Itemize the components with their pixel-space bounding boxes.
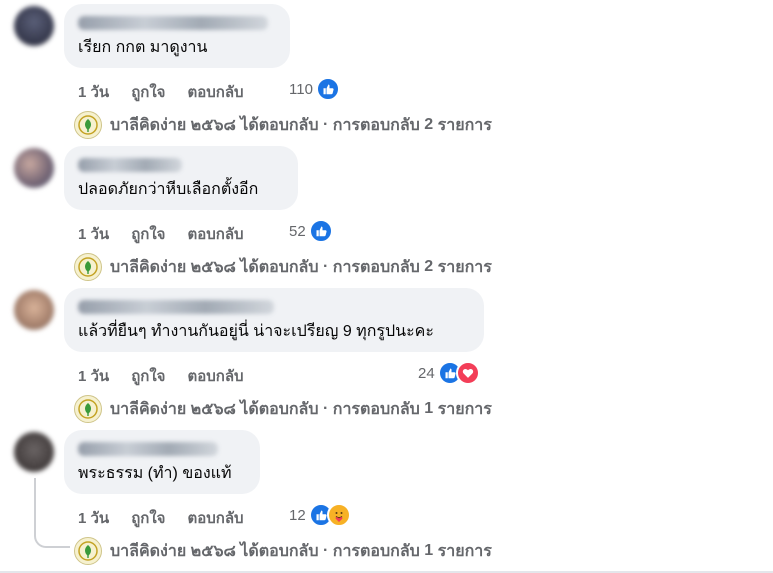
- reaction-summary[interactable]: 52: [289, 219, 333, 243]
- page-reply-row[interactable]: บาลีคิดง่าย ๒๕๖๘ ได้ตอบกลับ · การตอบกลับ…: [74, 536, 492, 566]
- replied-label: ได้ตอบกลับ: [240, 400, 319, 418]
- comment-bubble: ปลอดภัยกว่าหีบเลือกตั้งอีก: [64, 146, 298, 210]
- like-button[interactable]: ถูกใจ: [131, 506, 165, 530]
- separator: ·: [322, 542, 329, 559]
- reply-count: 2: [424, 258, 434, 275]
- comment-time[interactable]: 1 วัน: [78, 222, 109, 246]
- comment-time[interactable]: 1 วัน: [78, 364, 109, 388]
- comment-actions: 1 วัน ถูกใจ ตอบกลับ: [78, 364, 266, 385]
- page-name: บาลีคิดง่าย ๒๕๖๘: [110, 116, 236, 134]
- reaction-summary[interactable]: 110: [289, 77, 340, 101]
- reaction-count: 110: [289, 80, 313, 98]
- like-button[interactable]: ถูกใจ: [131, 222, 165, 246]
- page-logo-icon: [74, 111, 102, 139]
- separator: ·: [322, 400, 329, 417]
- reply-count: 1: [424, 400, 434, 417]
- avatar[interactable]: [14, 290, 54, 330]
- like-button[interactable]: ถูกใจ: [131, 80, 165, 104]
- comment-bubble: พระธรรม (ทำ) ของแท้: [64, 430, 260, 494]
- reaction-summary[interactable]: 24: [418, 361, 480, 385]
- avatar[interactable]: [14, 148, 54, 188]
- comment: แล้วที่ยืนๆ ทำงานกันอยู่นี่ น่าจะเปรียญ …: [0, 288, 773, 430]
- reply-button[interactable]: ตอบกลับ: [187, 364, 243, 388]
- comment: เรียก กกต มาดูงาน 1 วัน ถูกใจ ตอบกลับ 110 …: [0, 4, 773, 146]
- reaction-count: 52: [289, 222, 306, 240]
- reply-button[interactable]: ตอบกลับ: [187, 222, 243, 246]
- replies-label: การตอบกลับ: [332, 542, 420, 560]
- page-name: บาลีคิดง่าย ๒๕๖๘: [110, 400, 236, 418]
- avatar[interactable]: [14, 6, 54, 46]
- replies-label: การตอบกลับ: [332, 400, 420, 418]
- care-reaction-icon: [326, 503, 351, 527]
- reaction-count: 12: [289, 506, 306, 524]
- page-logo-icon: [74, 537, 102, 565]
- page-reply-row[interactable]: บาลีคิดง่าย ๒๕๖๘ ได้ตอบกลับ · การตอบกลับ…: [74, 394, 492, 424]
- author-name-blurred[interactable]: [78, 16, 268, 30]
- reaction-summary[interactable]: 12: [289, 503, 351, 527]
- author-name-blurred[interactable]: [78, 300, 274, 314]
- page-name: บาลีคิดง่าย ๒๕๖๘: [110, 258, 236, 276]
- replied-label: ได้ตอบกลับ: [240, 116, 319, 134]
- replies-unit: รายการ: [437, 116, 492, 134]
- reply-button[interactable]: ตอบกลับ: [187, 506, 243, 530]
- avatar[interactable]: [14, 432, 54, 472]
- author-name-blurred[interactable]: [78, 158, 182, 172]
- author-name-blurred[interactable]: [78, 442, 218, 456]
- page-name: บาลีคิดง่าย ๒๕๖๘: [110, 542, 236, 560]
- separator: ·: [322, 116, 329, 133]
- reply-count: 2: [424, 116, 434, 133]
- page-reply-row[interactable]: บาลีคิดง่าย ๒๕๖๘ ได้ตอบกลับ · การตอบกลับ…: [74, 252, 492, 282]
- comment-actions: 1 วัน ถูกใจ ตอบกลับ: [78, 222, 266, 243]
- comment-text: เรียก กกต มาดูงาน: [78, 39, 208, 56]
- comment-actions: 1 วัน ถูกใจ ตอบกลับ: [78, 506, 266, 527]
- comment-text: พระธรรม (ทำ) ของแท้: [78, 465, 232, 482]
- reaction-count: 24: [418, 364, 435, 382]
- reply-button[interactable]: ตอบกลับ: [187, 80, 243, 104]
- replies-unit: รายการ: [437, 400, 492, 418]
- page-reply-row[interactable]: บาลีคิดง่าย ๒๕๖๘ ได้ตอบกลับ · การตอบกลับ…: [74, 110, 492, 140]
- replies-label: การตอบกลับ: [332, 258, 420, 276]
- comment-time[interactable]: 1 วัน: [78, 506, 109, 530]
- comment-actions: 1 วัน ถูกใจ ตอบกลับ: [78, 80, 266, 101]
- comment: พระธรรม (ทำ) ของแท้ 1 วัน ถูกใจ ตอบกลับ 12…: [0, 430, 773, 572]
- like-reaction-icon: [315, 77, 340, 101]
- replied-label: ได้ตอบกลับ: [240, 258, 319, 276]
- page-logo-icon: [74, 253, 102, 281]
- comment-bubble: แล้วที่ยืนๆ ทำงานกันอยู่นี่ น่าจะเปรียญ …: [64, 288, 484, 352]
- comment-bubble: เรียก กกต มาดูงาน: [64, 4, 290, 68]
- like-reaction-icon: [308, 219, 333, 243]
- like-button[interactable]: ถูกใจ: [131, 364, 165, 388]
- separator: ·: [322, 258, 329, 275]
- comment: ปลอดภัยกว่าหีบเลือกตั้งอีก 1 วัน ถูกใจ ตอบ…: [0, 146, 773, 288]
- comment-text: ปลอดภัยกว่าหีบเลือกตั้งอีก: [78, 181, 259, 198]
- reply-count: 1: [424, 542, 434, 559]
- replies-label: การตอบกลับ: [332, 116, 420, 134]
- love-reaction-icon: [455, 361, 480, 385]
- page-logo-icon: [74, 395, 102, 423]
- comment-time[interactable]: 1 วัน: [78, 80, 109, 104]
- replies-unit: รายการ: [437, 542, 492, 560]
- replied-label: ได้ตอบกลับ: [240, 542, 319, 560]
- replies-unit: รายการ: [437, 258, 492, 276]
- comment-text: แล้วที่ยืนๆ ทำงานกันอยู่นี่ น่าจะเปรียญ …: [78, 323, 434, 340]
